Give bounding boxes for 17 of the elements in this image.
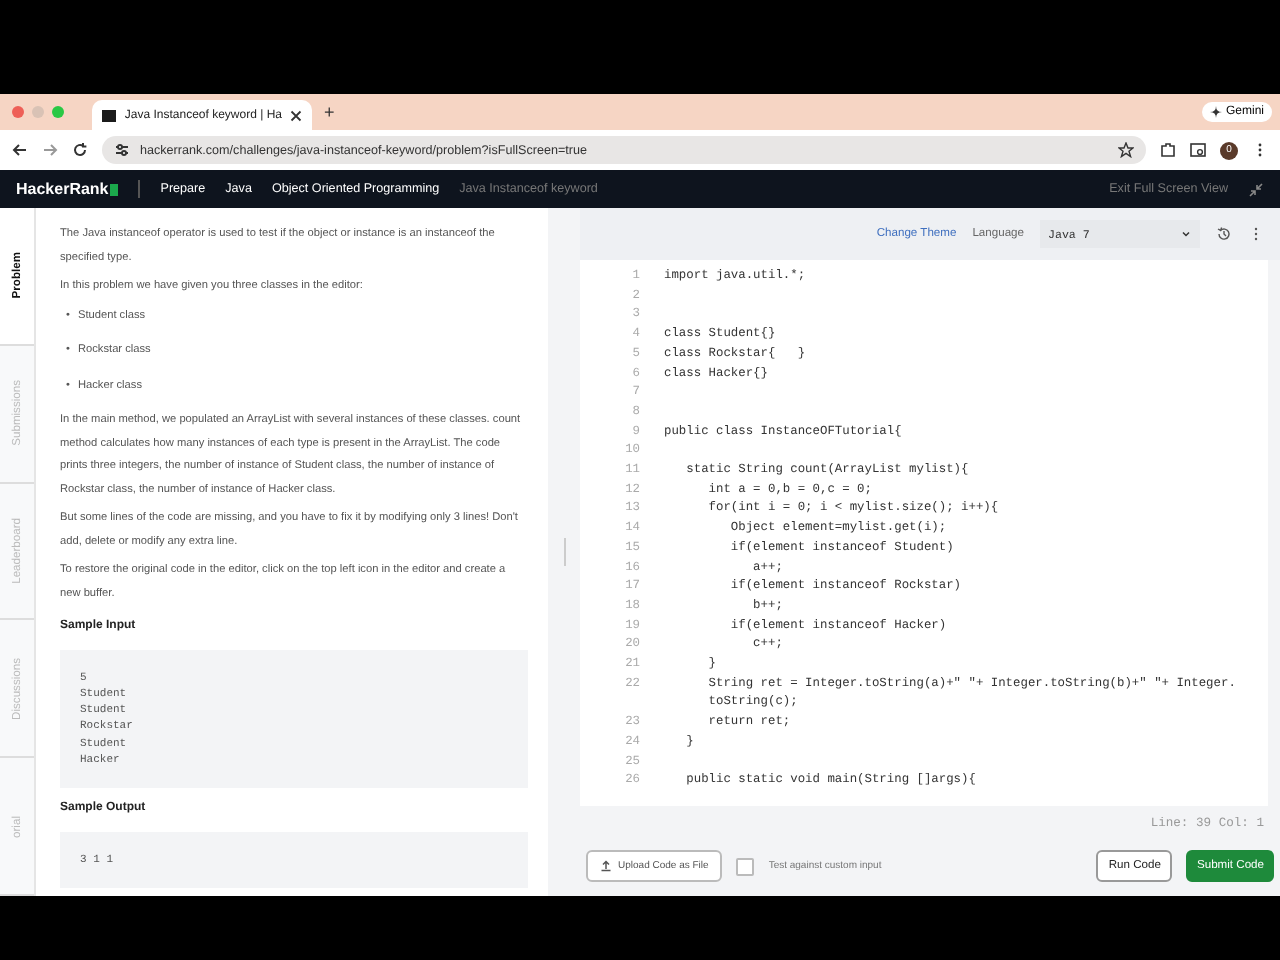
close-icon[interactable]	[290, 109, 302, 121]
checkbox[interactable]	[736, 857, 755, 875]
favicon-icon	[102, 109, 117, 121]
collapse-icon[interactable]	[1248, 181, 1264, 197]
logo[interactable]: HackerRank	[16, 180, 119, 198]
back-arrow-icon[interactable]	[12, 142, 28, 158]
reload-icon[interactable]	[72, 142, 88, 158]
tab-search-icon[interactable]	[1190, 142, 1206, 158]
star-icon[interactable]	[1118, 142, 1134, 158]
chevron-down-icon	[1180, 228, 1192, 240]
site-settings-icon[interactable]	[114, 142, 130, 158]
sparkle-icon	[1209, 106, 1222, 118]
forward-arrow-icon[interactable]	[42, 142, 58, 158]
extensions-icon[interactable]	[1160, 142, 1176, 158]
upload-icon	[600, 860, 612, 872]
new-tab-button[interactable]: +	[324, 102, 335, 122]
history-icon[interactable]	[1216, 226, 1232, 242]
